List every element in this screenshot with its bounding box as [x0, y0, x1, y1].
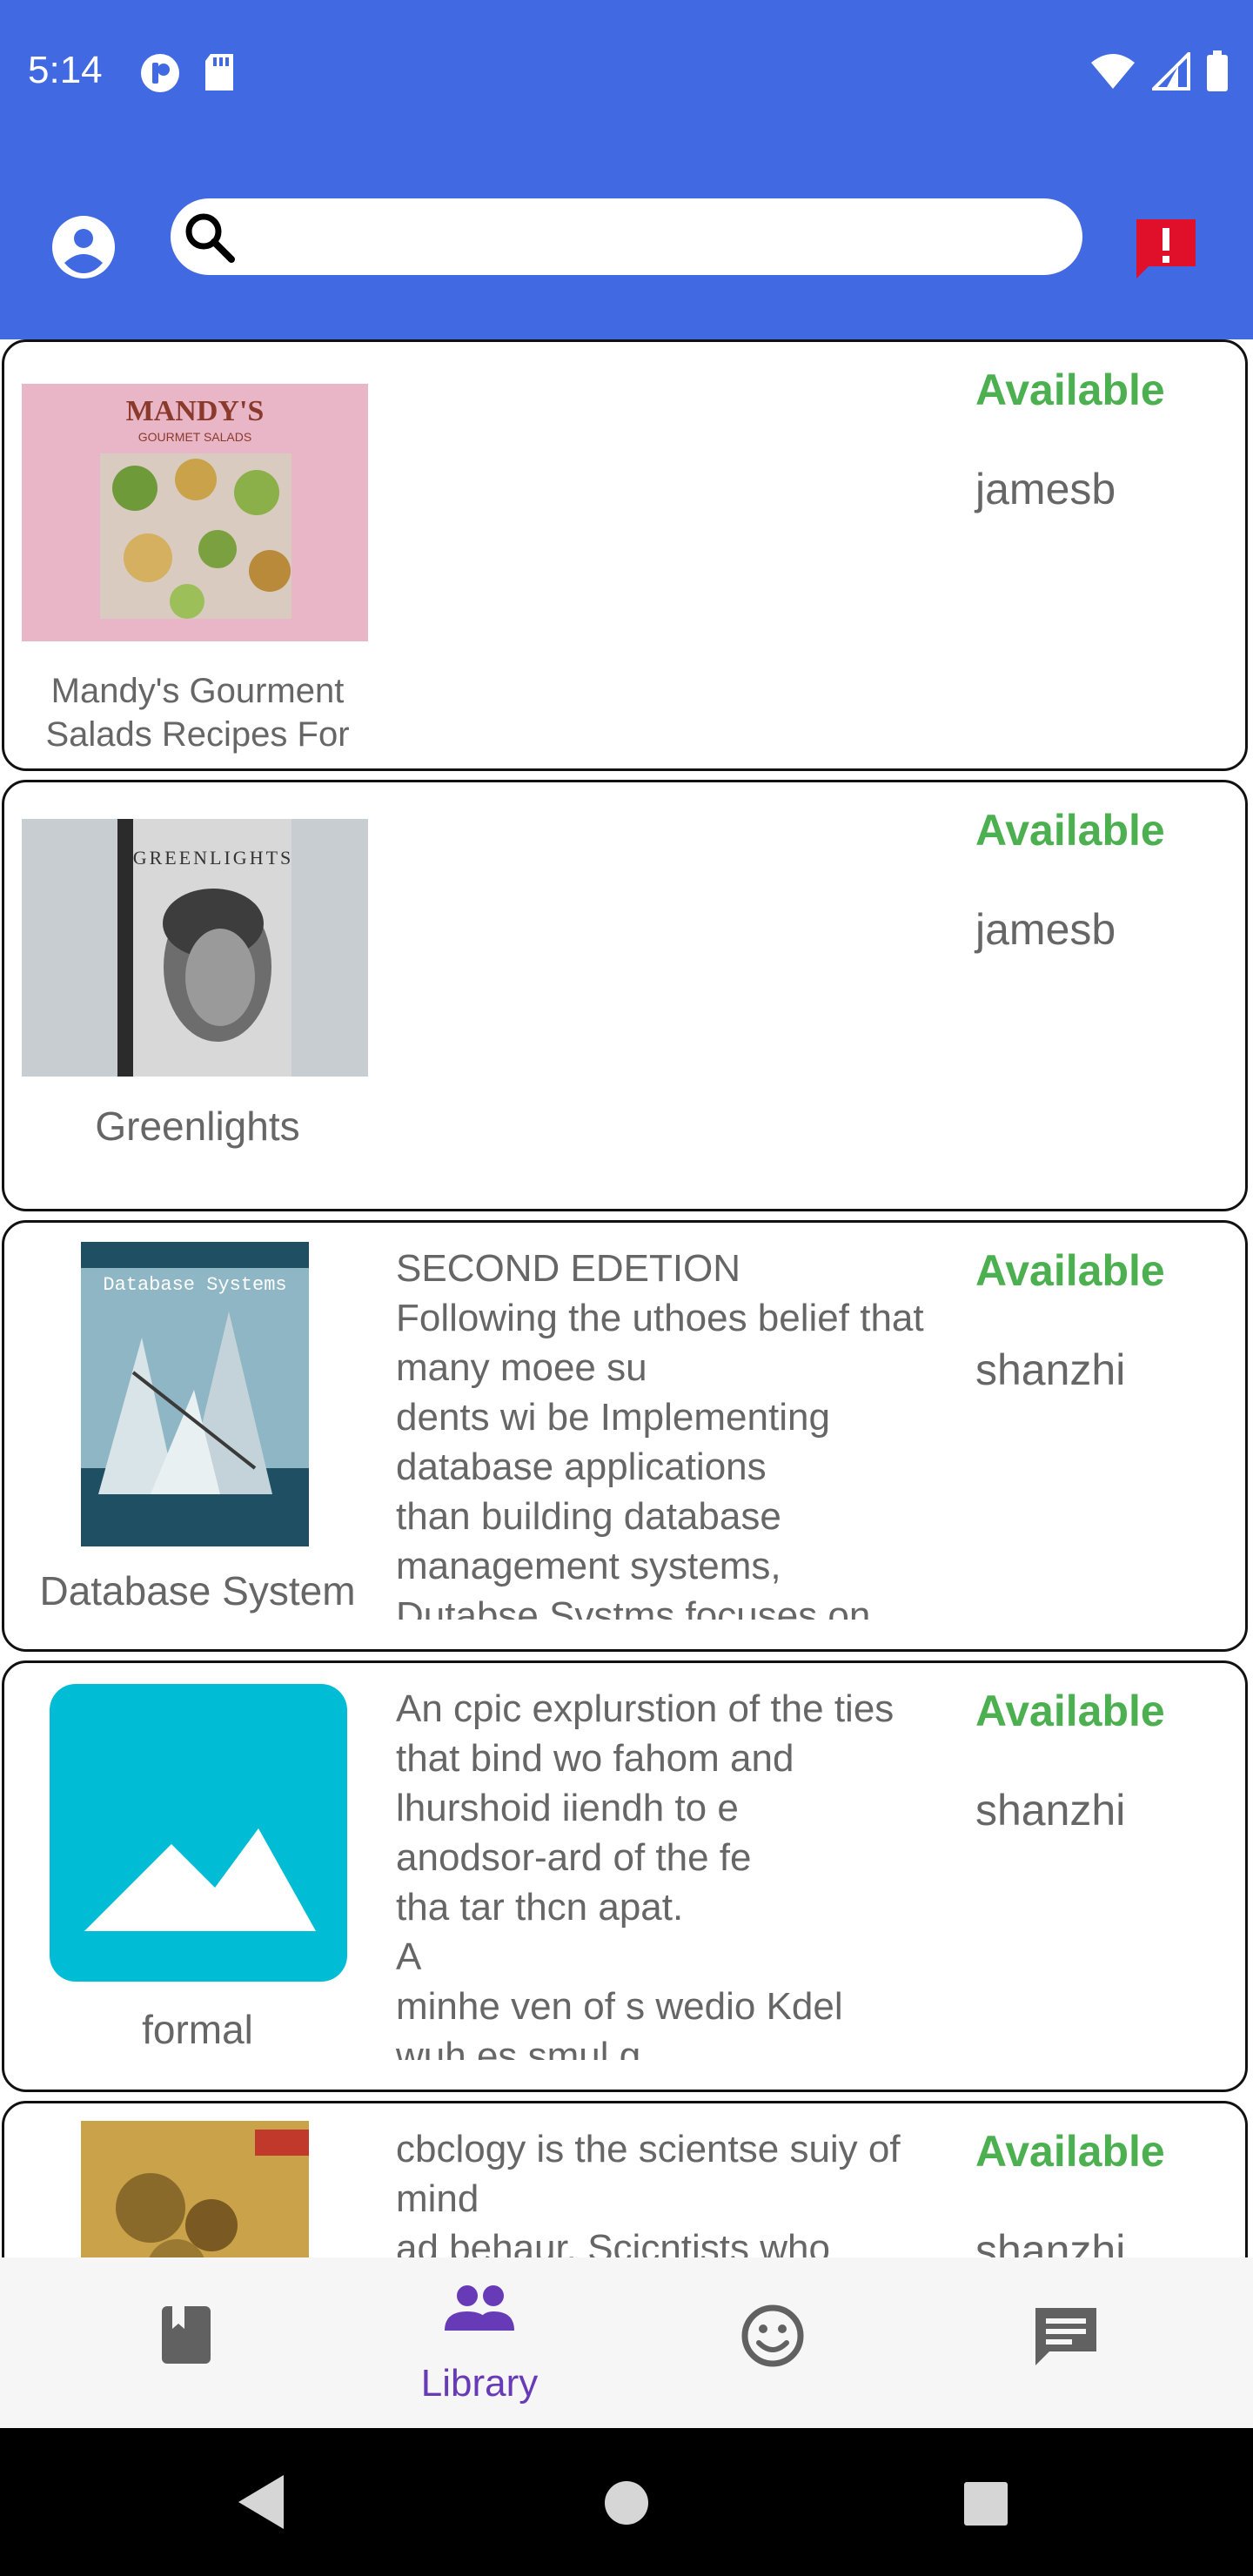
wifi-icon — [1091, 54, 1135, 89]
book-icon — [162, 2306, 211, 2364]
book-card[interactable]: MANDY'S GOURMET SALADS Mandy's Gourment … — [2, 339, 1248, 771]
book-owner: jamesb — [975, 905, 1116, 954]
book-card[interactable]: cbclogy is the scientse suiy of mind ad … — [2, 2101, 1248, 2257]
feedback-icon[interactable] — [1131, 212, 1201, 282]
availability-status: Available — [975, 806, 1165, 855]
account-circle-icon[interactable] — [50, 214, 117, 280]
book-card[interactable]: GREENLIGHTS Greenlights Available jamesb — [2, 780, 1248, 1211]
svg-text:GOURMET SALADS: GOURMET SALADS — [138, 430, 251, 444]
people-icon — [445, 2285, 514, 2331]
book-owner: shanzhi — [975, 1786, 1126, 1835]
book-owner: shanzhi — [975, 2226, 1126, 2257]
chat-icon — [1035, 2308, 1096, 2365]
availability-status: Available — [975, 1246, 1165, 1295]
availability-status: Available — [975, 366, 1165, 414]
image-placeholder-icon — [50, 1684, 347, 1982]
status-time: 5:14 — [28, 49, 103, 91]
nav-social[interactable] — [625, 2257, 921, 2428]
sd-card-icon — [205, 54, 233, 91]
book-description: An cpic explurstion of the ties that bin… — [396, 1687, 895, 2060]
search-input[interactable] — [247, 207, 1060, 266]
bottom-navigation: Library — [0, 2257, 1253, 2428]
svg-text:Database Systems: Database Systems — [103, 1274, 286, 1296]
system-navigation-bar — [0, 2428, 1253, 2576]
book-title: Mandy's Gourment Salads Recipes For — [45, 672, 350, 754]
book-cover-image: Database Systems — [81, 1242, 309, 1546]
book-card[interactable]: formal An cpic explurstion of the ties t… — [2, 1660, 1248, 2092]
home-icon[interactable] — [604, 2480, 649, 2526]
app-bar — [0, 146, 1253, 339]
book-cover-image: MANDY'S GOURMET SALADS — [22, 384, 368, 641]
svg-text:MANDY'S: MANDY'S — [126, 395, 265, 427]
book-cover-image: GREENLIGHTS — [22, 819, 368, 1077]
book-description: SECOND EDETION Following the uthoes beli… — [396, 1247, 924, 1620]
nav-library[interactable]: Library — [332, 2257, 627, 2428]
recents-icon[interactable] — [964, 2482, 1008, 2526]
book-description — [396, 363, 935, 739]
book-card[interactable]: Database Systems Database System SECOND … — [2, 1220, 1248, 1652]
book-list[interactable]: MANDY'S GOURMET SALADS Mandy's Gourment … — [0, 339, 1253, 2257]
svg-text:GREENLIGHTS: GREENLIGHTS — [133, 847, 294, 869]
status-bar: 5:14 — [0, 0, 1253, 146]
search-icon — [185, 213, 235, 263]
book-title: Database System — [39, 1568, 356, 1613]
book-description — [396, 803, 935, 1179]
status-system-icons — [1089, 50, 1229, 92]
smiley-icon — [741, 2304, 804, 2367]
nav-messages[interactable] — [918, 2257, 1214, 2428]
book-title: formal — [142, 2007, 253, 2052]
back-icon[interactable] — [235, 2472, 287, 2532]
nav-my-books[interactable] — [38, 2257, 334, 2428]
book-cover-image — [81, 2121, 309, 2257]
availability-status: Available — [975, 2127, 1165, 2176]
availability-status: Available — [975, 1687, 1165, 1735]
signal-icon — [1152, 52, 1190, 91]
book-title: Greenlights — [95, 1104, 300, 1149]
book-owner: jamesb — [975, 465, 1116, 513]
book-owner: shanzhi — [975, 1345, 1126, 1394]
app-notification-icon — [141, 54, 179, 92]
nav-label: Library — [420, 2362, 539, 2405]
search-bar[interactable] — [171, 198, 1082, 275]
status-notification-icons — [139, 52, 237, 94]
book-description: cbclogy is the scientse suiy of mind ad … — [396, 2128, 901, 2257]
battery-icon — [1207, 50, 1228, 91]
